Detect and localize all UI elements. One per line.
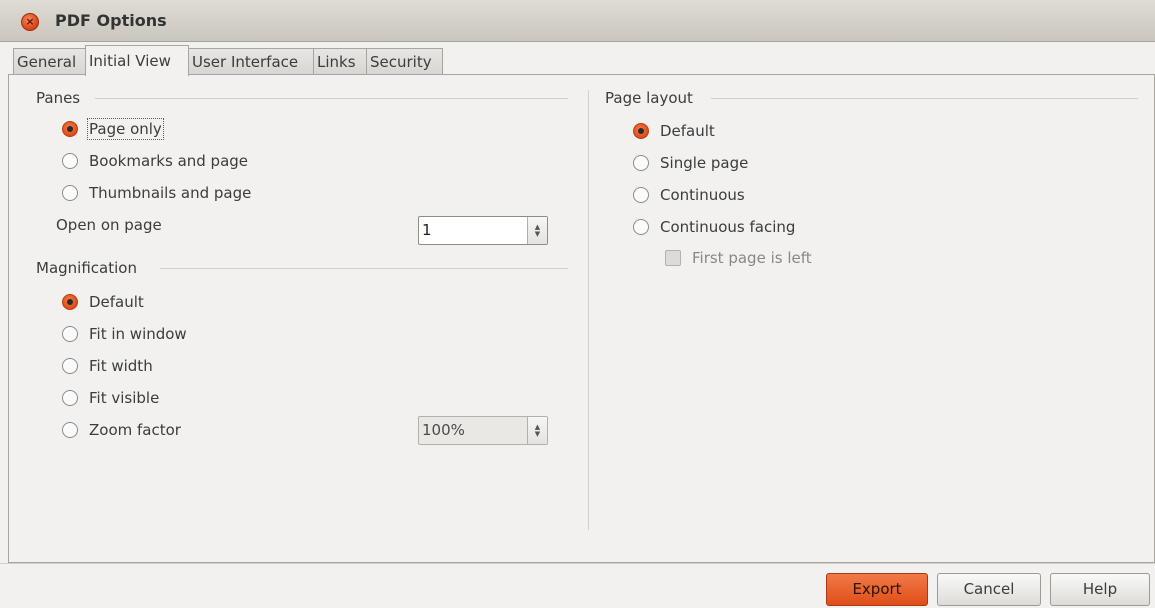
magnification-option-fit-window[interactable]: Fit in window xyxy=(62,323,187,345)
footer-separator xyxy=(0,563,1155,564)
close-button[interactable]: × xyxy=(21,13,39,31)
magnification-section-title: Magnification xyxy=(36,259,137,277)
radio-label-bookmarks-and-page: Bookmarks and page xyxy=(89,152,249,170)
tab-general[interactable]: General xyxy=(13,48,86,76)
radio-label-fit-in-window: Fit in window xyxy=(89,325,187,343)
zoom-factor-spinner[interactable]: 100% ▲ ▼ xyxy=(418,416,548,445)
radio-fit-visible[interactable] xyxy=(62,390,78,406)
tab-bar: General Initial View User Interface Link… xyxy=(13,45,443,76)
magnification-option-zoom[interactable]: Zoom factor xyxy=(62,419,181,441)
radio-label-zoom-factor: Zoom factor xyxy=(89,421,181,439)
radio-label-layout-default: Default xyxy=(660,122,715,140)
radio-page-only[interactable] xyxy=(62,121,78,137)
zoom-factor-value[interactable]: 100% xyxy=(419,417,527,444)
radio-fit-width[interactable] xyxy=(62,358,78,374)
tab-panel xyxy=(8,74,1155,563)
zoom-factor-stepper[interactable]: ▲ ▼ xyxy=(527,417,547,444)
tab-user-interface[interactable]: User Interface xyxy=(188,48,314,76)
tab-links[interactable]: Links xyxy=(313,48,367,76)
tab-initial-view[interactable]: Initial View xyxy=(85,45,189,76)
title-bar: × PDF Options xyxy=(0,0,1155,42)
radio-label-fit-visible: Fit visible xyxy=(89,389,160,407)
radio-label-fit-width: Fit width xyxy=(89,357,153,375)
radio-layout-default[interactable] xyxy=(633,123,649,139)
spin-down-icon[interactable]: ▼ xyxy=(535,230,540,238)
page-layout-section-title: Page layout xyxy=(605,89,693,107)
spin-down-icon[interactable]: ▼ xyxy=(535,430,540,438)
magnification-option-fit-width[interactable]: Fit width xyxy=(62,355,153,377)
radio-bookmarks-and-page[interactable] xyxy=(62,153,78,169)
layout-option-continuous-facing[interactable]: Continuous facing xyxy=(633,216,795,238)
radio-fit-in-window[interactable] xyxy=(62,326,78,342)
cancel-button[interactable]: Cancel xyxy=(937,573,1041,606)
radio-zoom-factor[interactable] xyxy=(62,422,78,438)
panes-separator xyxy=(95,98,568,99)
first-page-left-option[interactable]: First page is left xyxy=(665,247,812,269)
pdf-options-dialog: × PDF Options General Initial View User … xyxy=(0,0,1155,608)
open-on-page-spinner[interactable]: 1 ▲ ▼ xyxy=(418,216,548,245)
radio-continuous[interactable] xyxy=(633,187,649,203)
magnification-option-fit-visible[interactable]: Fit visible xyxy=(62,387,159,409)
radio-label-page-only: Page only xyxy=(87,118,164,140)
first-page-left-checkbox[interactable] xyxy=(665,250,681,266)
close-icon: × xyxy=(25,15,35,28)
layout-option-continuous[interactable]: Continuous xyxy=(633,184,745,206)
open-on-page-stepper[interactable]: ▲ ▼ xyxy=(527,217,547,244)
pane-option-thumbnails[interactable]: Thumbnails and page xyxy=(62,182,251,204)
open-on-page-label: Open on page xyxy=(56,216,162,234)
radio-magnification-default[interactable] xyxy=(62,294,78,310)
panes-section-title: Panes xyxy=(36,89,81,107)
first-page-left-label: First page is left xyxy=(692,249,812,267)
page-layout-separator xyxy=(711,98,1138,99)
layout-option-default[interactable]: Default xyxy=(633,120,715,142)
pane-option-bookmarks[interactable]: Bookmarks and page xyxy=(62,150,248,172)
tab-security[interactable]: Security xyxy=(366,48,443,76)
pane-option-page-only[interactable]: Page only xyxy=(62,118,164,140)
radio-label-continuous-facing: Continuous facing xyxy=(660,218,796,236)
radio-thumbnails-and-page[interactable] xyxy=(62,185,78,201)
radio-single-page[interactable] xyxy=(633,155,649,171)
export-button[interactable]: Export xyxy=(826,573,928,606)
radio-label-continuous: Continuous xyxy=(660,186,745,204)
radio-label-thumbnails-and-page: Thumbnails and page xyxy=(89,184,252,202)
radio-label-single-page: Single page xyxy=(660,154,749,172)
radio-continuous-facing[interactable] xyxy=(633,219,649,235)
open-on-page-value[interactable]: 1 xyxy=(419,217,527,244)
radio-label-magnification-default: Default xyxy=(89,293,144,311)
window-title: PDF Options xyxy=(55,11,167,30)
magnification-option-default[interactable]: Default xyxy=(62,291,144,313)
layout-option-single-page[interactable]: Single page xyxy=(633,152,748,174)
magnification-separator xyxy=(160,268,568,269)
help-button[interactable]: Help xyxy=(1050,573,1150,606)
column-divider xyxy=(588,90,589,530)
